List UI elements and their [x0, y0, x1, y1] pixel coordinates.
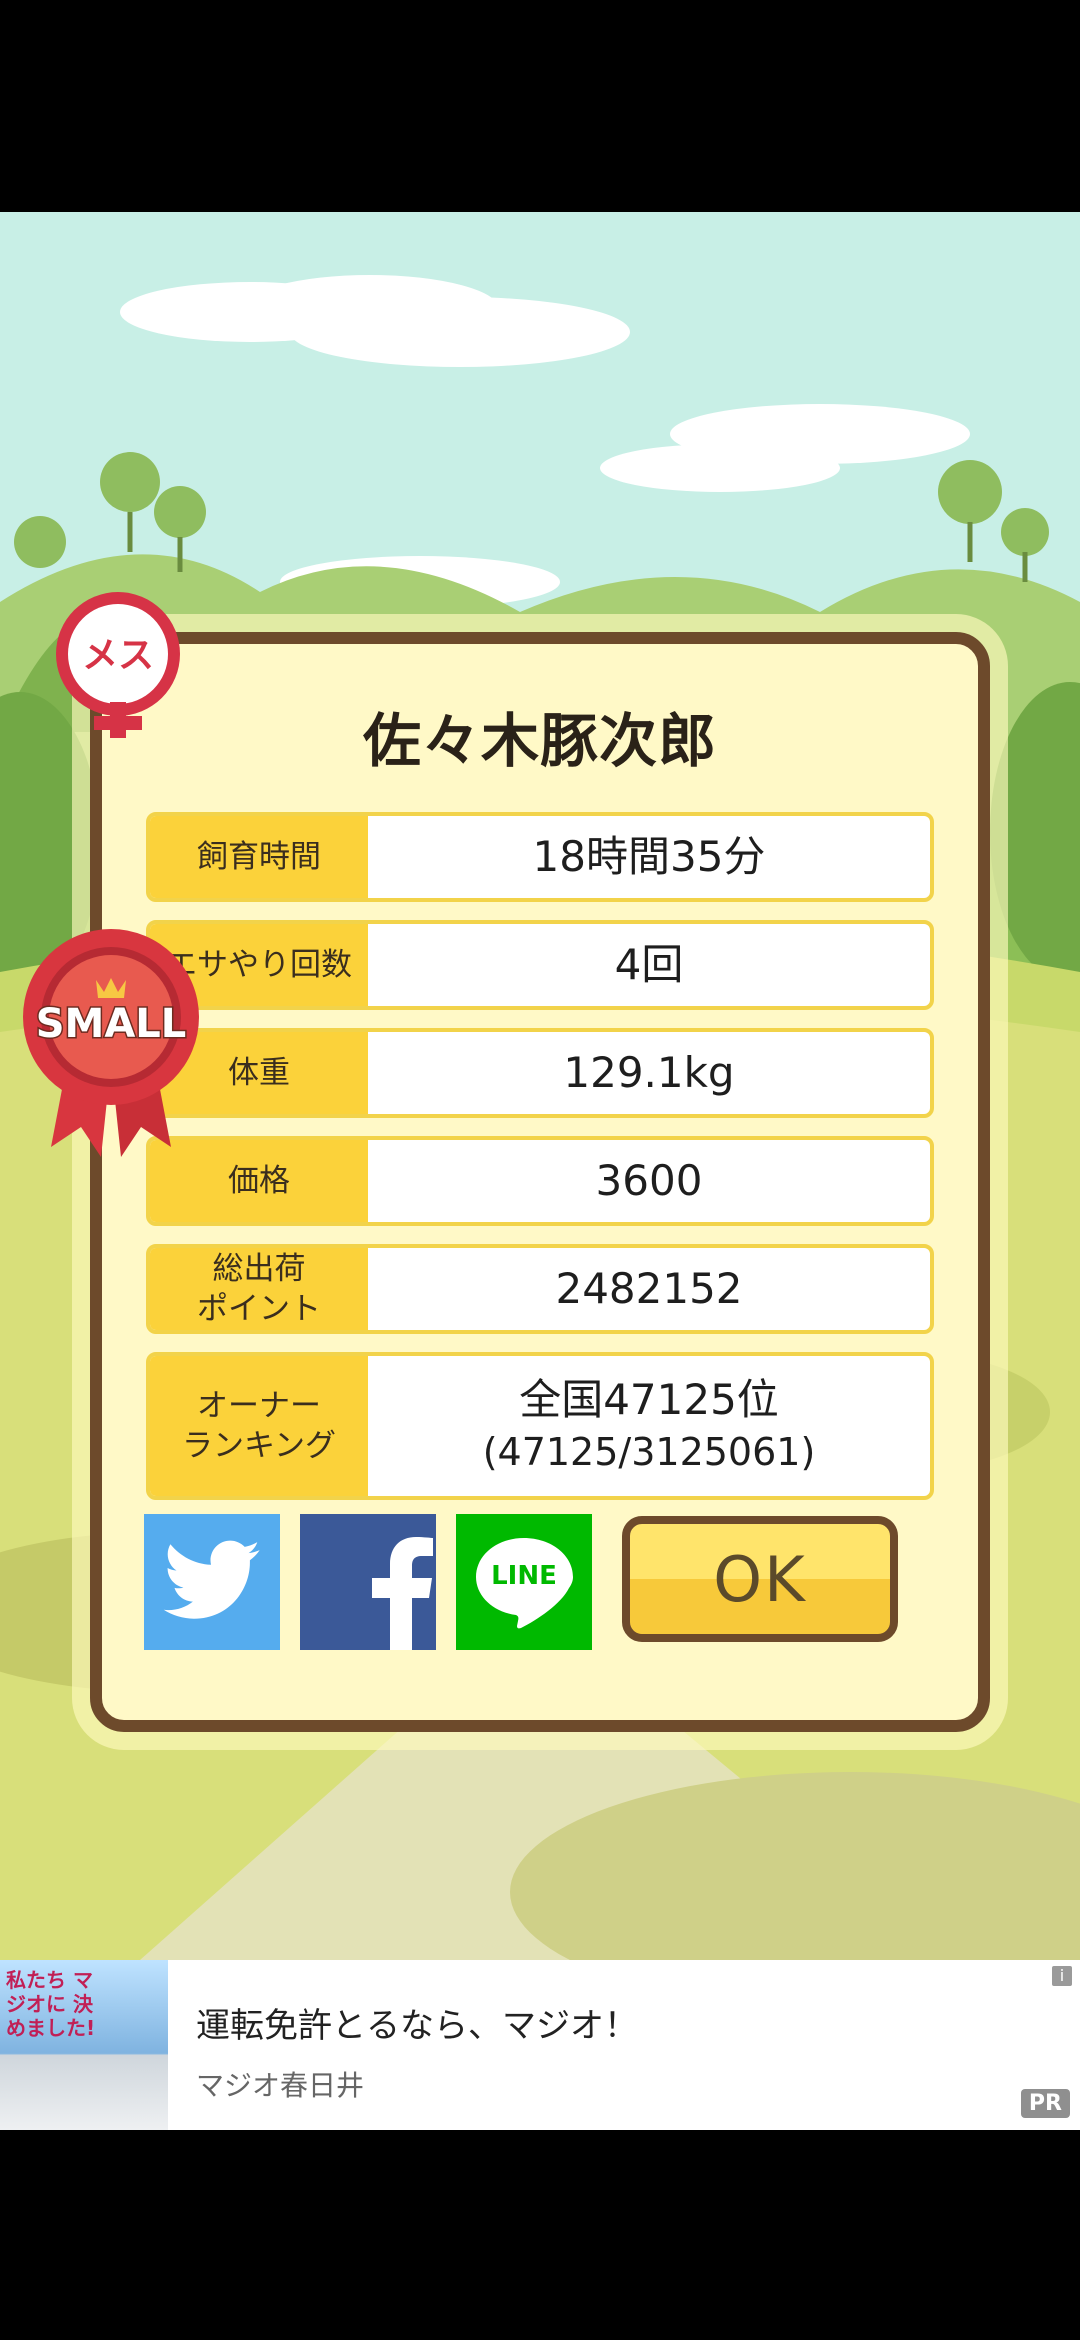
stat-label: 総出荷 ポイント	[150, 1248, 368, 1330]
ranking-detail: (47125/3125061)	[482, 1430, 816, 1474]
stat-row-shipping-points: 総出荷 ポイント 2482152	[146, 1244, 934, 1334]
stat-value: 18時間35分	[532, 832, 766, 881]
stat-row-feeding-count: エサやり回数 4回	[146, 920, 934, 1010]
ad-banner[interactable]: 私たち マジオに 決めました! 運転免許とるなら、マジオ！ マジオ春日井 i P…	[0, 1960, 1080, 2130]
game-scene: 佐々木豚次郎 飼育時間 18時間35分 エサやり回数 4回 体重 129.1kg…	[0, 212, 1080, 1960]
twitter-share-button[interactable]	[144, 1514, 280, 1650]
ad-thumbnail-text: 私たち マジオに 決めました!	[6, 1968, 96, 2040]
stat-label: 飼育時間	[150, 816, 368, 898]
stat-row-weight: 体重 129.1kg	[146, 1028, 934, 1118]
ad-advertiser: マジオ春日井	[196, 2069, 365, 2102]
ad-pr-badge: PR	[1020, 2089, 1070, 2118]
ad-info-icon[interactable]: i	[1052, 1966, 1072, 1986]
small-rosette-icon: SMALL	[23, 929, 199, 1157]
facebook-share-button[interactable]	[300, 1514, 436, 1650]
pig-name-title: 佐々木豚次郎	[362, 707, 717, 775]
line-share-button[interactable]: LINE	[456, 1514, 592, 1650]
ok-button[interactable]: OK	[622, 1516, 898, 1642]
female-badge-text: メス	[82, 635, 154, 676]
stat-value: 全国47125位 (47125/3125061)	[368, 1356, 930, 1496]
stat-value: 129.1kg	[563, 1048, 735, 1097]
ad-headline: 運転免許とるなら、マジオ！	[196, 2006, 638, 2046]
size-badge-text: SMALL	[36, 1001, 187, 1047]
stat-label-text: オーナー ランキング	[181, 1388, 337, 1464]
twitter-icon	[163, 1540, 260, 1619]
stat-value: 2482152	[555, 1264, 743, 1313]
stat-label: オーナー ランキング	[150, 1356, 368, 1496]
stat-value: 3600	[595, 1156, 703, 1205]
stat-row-raising-time: 飼育時間 18時間35分	[146, 812, 934, 902]
stat-value: 4回	[614, 940, 684, 989]
stat-row-owner-ranking: オーナー ランキング 全国47125位 (47125/3125061)	[146, 1352, 934, 1500]
pig-profile-dialog: 佐々木豚次郎 飼育時間 18時間35分 エサやり回数 4回 体重 129.1kg…	[90, 632, 990, 1732]
ad-thumbnail: 私たち マジオに 決めました!	[0, 1960, 168, 2130]
stat-label-text: 総出荷 ポイント	[197, 1251, 321, 1327]
stat-row-price: 価格 3600	[146, 1136, 934, 1226]
ranking-value: 全国47125位	[519, 1375, 779, 1424]
line-label: LINE	[491, 1561, 557, 1591]
female-badge-icon: メス	[56, 592, 180, 738]
facebook-icon	[372, 1537, 433, 1650]
